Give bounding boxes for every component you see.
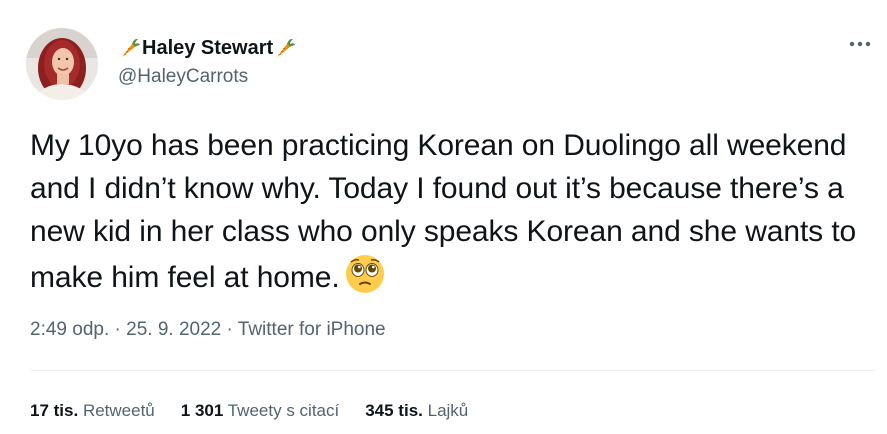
quote-tweets-stat[interactable]: 1 301 Tweety s citací bbox=[181, 400, 339, 422]
avatar-image bbox=[26, 28, 98, 100]
meta-separator: · bbox=[226, 319, 233, 340]
likes-count: 345 tis. bbox=[365, 401, 423, 420]
tweet: Haley Stewart @HaleyCarrots My 10yo has … bbox=[0, 0, 887, 434]
tweet-timestamp[interactable]: 2:49 odp. · 25. 9. 2022 bbox=[30, 319, 221, 340]
carrot-icon bbox=[118, 36, 142, 60]
retweets-label: Retweetů bbox=[82, 401, 155, 420]
display-name-row[interactable]: Haley Stewart bbox=[118, 36, 297, 60]
tweet-text: My 10yo has been practicing Korean on Du… bbox=[30, 124, 880, 299]
tweet-body: My 10yo has been practicing Korean on Du… bbox=[30, 129, 857, 294]
tweet-date: 25. 9. 2022 bbox=[126, 319, 222, 340]
tweet-source-link[interactable]: Twitter for iPhone bbox=[238, 319, 386, 340]
quotes-count: 1 301 bbox=[180, 401, 224, 420]
face-holding-back-tears-icon bbox=[344, 253, 386, 295]
carrot-icon bbox=[273, 36, 297, 60]
retweets-count: 17 tis. bbox=[30, 401, 79, 420]
likes-stat[interactable]: 345 tis. Lajků bbox=[365, 400, 468, 422]
retweets-stat[interactable]: 17 tis. Retweetů bbox=[30, 400, 155, 422]
likes-label: Lajků bbox=[427, 401, 469, 420]
display-name: Haley Stewart bbox=[142, 37, 274, 59]
tweet-time: 2:49 odp. bbox=[30, 319, 110, 340]
user-handle[interactable]: @HaleyCarrots bbox=[118, 66, 248, 88]
avatar[interactable] bbox=[26, 28, 98, 100]
quotes-label: Tweety s citací bbox=[227, 401, 340, 420]
more-options-button[interactable] bbox=[845, 34, 875, 54]
tweet-meta: 2:49 odp. · 25. 9. 2022 · Twitter for iP… bbox=[30, 318, 386, 342]
divider bbox=[30, 370, 875, 371]
more-icon bbox=[849, 41, 871, 47]
meta-separator: · bbox=[114, 319, 121, 340]
tweet-stats: 17 tis. Retweetů 1 301 Tweety s citací 3… bbox=[30, 400, 494, 422]
